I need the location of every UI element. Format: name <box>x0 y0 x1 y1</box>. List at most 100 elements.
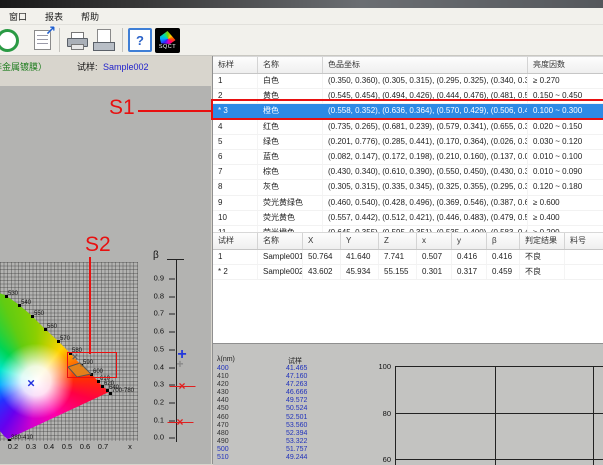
standard-row[interactable]: 8 灰色 (0.305, 0.315), (0.335, 0.345), (0.… <box>213 180 603 195</box>
sample-Y: 41.640 <box>341 250 379 264</box>
col-header-part[interactable]: 料号 <box>565 233 603 249</box>
beta-axis-tick: 0.1 <box>144 416 164 425</box>
print-icon[interactable] <box>64 27 90 53</box>
standard-coords: (0.735, 0.265), (0.681, 0.239), (0.579, … <box>323 120 528 134</box>
spectrum-wavelength: 450 <box>217 405 229 413</box>
sample-y: 0.317 <box>452 265 487 279</box>
spectrum-wavelength: 470 <box>217 422 229 430</box>
standard-row[interactable]: 4 红色 (0.735, 0.265), (0.681, 0.239), (0.… <box>213 120 603 135</box>
col-header-name[interactable]: 名称 <box>258 57 323 73</box>
beta-axis-tick: 0.9 <box>144 274 164 283</box>
chart-v-gridline <box>395 366 396 465</box>
sample-result: 不良 <box>520 250 565 264</box>
spectrum-value: 53.560 <box>286 422 307 430</box>
standard-name: 棕色 <box>258 165 323 179</box>
standard-row[interactable]: 1 白色 (0.350, 0.360), (0.305, 0.315), (0.… <box>213 74 603 89</box>
spectrum-value: 47.263 <box>286 381 307 389</box>
spectrum-value: 49.572 <box>286 397 307 405</box>
beta-axis-tick: 0.6 <box>144 327 164 336</box>
col-header-coords[interactable]: 色品坐标 <box>323 57 528 73</box>
spectrum-row: 420 47.263 <box>213 381 394 389</box>
sqct-logo-icon[interactable]: SQCT <box>155 28 180 53</box>
printer-icon <box>67 32 87 48</box>
chart-y-tick: 100 <box>363 362 391 371</box>
standard-row[interactable]: 6 蓝色 (0.082, 0.147), (0.172, 0.198), (0.… <box>213 150 603 165</box>
standard-row[interactable]: 5 绿色 (0.201, 0.776), (0.285, 0.441), (0.… <box>213 135 603 150</box>
chromaticity-panel: 非金属镀膜） 试样: Sample002 S1 S2 530 540 550 5… <box>0 56 211 464</box>
s1-callout-line <box>138 110 212 112</box>
x-axis-tick: 0.4 <box>44 442 54 451</box>
spectrum-wavelength: 440 <box>217 397 229 405</box>
standard-num: 6 <box>213 150 258 164</box>
chart-v-gridline <box>593 366 594 465</box>
standard-num: 9 <box>213 196 258 210</box>
standard-row[interactable]: 10 荧光黄色 (0.557, 0.442), (0.512, 0.421), … <box>213 211 603 226</box>
menu-item[interactable]: 窗口 <box>0 10 36 23</box>
col-header-factor[interactable]: 亮度因数 <box>528 57 603 73</box>
standard-num: 1 <box>213 74 258 88</box>
sample-Y: 45.934 <box>341 265 379 279</box>
col-header-Z[interactable]: Z <box>379 233 417 249</box>
spectrum-value: 51.757 <box>286 446 307 454</box>
standard-coords: (0.460, 0.540), (0.428, 0.496), (0.369, … <box>323 196 528 210</box>
beta-value-marker: + <box>176 358 183 370</box>
standard-coords: (0.082, 0.147), (0.172, 0.198), (0.210, … <box>323 150 528 164</box>
sample-X: 43.602 <box>303 265 341 279</box>
spectrum-wavelength: 420 <box>217 381 229 389</box>
col-header-sample[interactable]: 试样 <box>213 233 258 249</box>
sample-row[interactable]: * 2 Sample002 43.602 45.934 55.155 0.301… <box>213 265 603 280</box>
sample-num: * 2 <box>213 265 258 279</box>
arrow-up-right-icon: ↗ <box>45 24 56 39</box>
spectrum-value: 41.465 <box>286 365 307 373</box>
standard-row[interactable]: 9 荧光黄绿色 (0.460, 0.540), (0.428, 0.496), … <box>213 196 603 211</box>
standard-coords: (0.350, 0.360), (0.305, 0.315), (0.295, … <box>323 74 528 88</box>
spectrum-row: 490 53.322 <box>213 438 394 446</box>
sample-result: 不良 <box>520 265 565 279</box>
col-header-Y[interactable]: Y <box>341 233 379 249</box>
measure-target-icon[interactable] <box>1 27 27 53</box>
standard-factor: ≥ 0.270 <box>528 74 603 88</box>
col-header-y[interactable]: y <box>452 233 487 249</box>
sample-y: 0.416 <box>452 250 487 264</box>
spectrum-value: 46.666 <box>286 389 307 397</box>
s2-callout-label: S2 <box>85 233 111 257</box>
chart-y-tick: 80 <box>363 409 391 418</box>
standard-factor: 0.010 ~ 0.100 <box>528 150 603 164</box>
col-header-x[interactable]: x <box>417 233 452 249</box>
window-titlebar[interactable] <box>0 0 603 8</box>
menu-item[interactable]: 帮助 <box>72 10 108 23</box>
sample-row[interactable]: 1 Sample001 50.764 41.640 7.741 0.507 0.… <box>213 250 603 265</box>
beta-axis-tick: 0.7 <box>144 309 164 318</box>
beta-axis-tick: 0.2 <box>144 398 164 407</box>
sample-part <box>565 250 603 264</box>
panel-title: 非金属镀膜） 试样: Sample002 <box>0 56 211 86</box>
col-header-X[interactable]: X <box>303 233 341 249</box>
beta-axis-label: β <box>153 250 159 261</box>
sample-Z: 55.155 <box>379 265 417 279</box>
standard-name: 红色 <box>258 120 323 134</box>
help-icon[interactable]: ? <box>127 27 153 53</box>
menu-item[interactable]: 报表 <box>36 10 72 23</box>
spectrum-col-wavelength: λ(nm) <box>217 356 235 363</box>
sample-num: 1 <box>213 250 258 264</box>
chart-h-gridline <box>395 413 603 414</box>
print-preview-icon[interactable] <box>92 27 118 53</box>
sample-x: 0.507 <box>417 250 452 264</box>
standard-name: 荧光黄绿色 <box>258 196 323 210</box>
standard-name: 荧光黄色 <box>258 211 323 225</box>
standards-table-header: 标样 名称 色品坐标 亮度因数 <box>213 56 603 74</box>
spectrum-row: 440 49.572 <box>213 397 394 405</box>
beta-axis-tick: 0.4 <box>144 363 164 372</box>
col-header-beta[interactable]: β <box>487 233 520 249</box>
export-report-icon[interactable]: ↗ <box>29 27 55 53</box>
menu-bar: 窗口报表帮助 <box>0 8 603 25</box>
col-header-result[interactable]: 判定结果 <box>520 233 565 249</box>
beta-axis-tick: 0.3 <box>144 380 164 389</box>
spectrum-value: 49.244 <box>286 454 307 462</box>
spectrum-value: 47.160 <box>286 373 307 381</box>
col-header-num[interactable]: 标样 <box>213 57 258 73</box>
spectrum-value: 53.322 <box>286 438 307 446</box>
col-header-name[interactable]: 名称 <box>258 233 303 249</box>
standard-row[interactable]: 7 棕色 (0.430, 0.340), (0.610, 0.390), (0.… <box>213 165 603 180</box>
spectrum-value: 50.524 <box>286 405 307 413</box>
